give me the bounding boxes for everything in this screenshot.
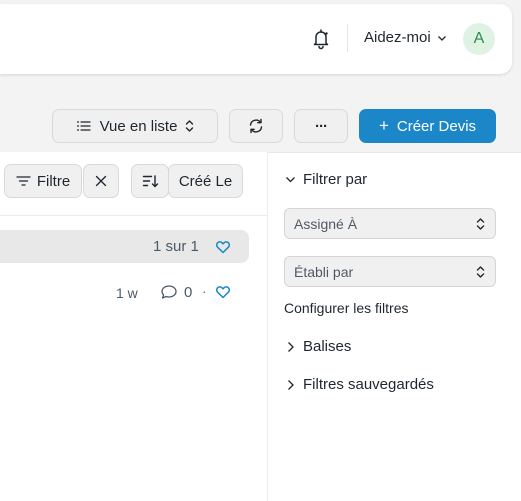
view-switcher-label: Vue en liste xyxy=(99,117,178,135)
saved-filters-section-toggle[interactable]: Filtres sauvegardés xyxy=(286,376,434,393)
avatar[interactable]: A xyxy=(463,23,495,55)
filter-by-toggle[interactable]: Filtrer par xyxy=(285,171,367,188)
sort-field-button[interactable]: Créé Le xyxy=(168,164,243,198)
clear-filters-button[interactable] xyxy=(83,164,119,198)
assigned-to-select[interactable]: Assigné À xyxy=(284,208,496,239)
chevron-down-icon xyxy=(285,174,296,185)
tags-label: Balises xyxy=(303,338,352,355)
established-by-select[interactable]: Établi par xyxy=(284,256,496,287)
filter-button[interactable]: Filtre xyxy=(4,164,82,198)
comment-icon xyxy=(160,284,178,301)
close-icon xyxy=(95,175,107,187)
row-separator: · xyxy=(202,283,207,299)
filter-by-label: Filtrer par xyxy=(303,171,368,188)
select-arrows-icon xyxy=(185,119,194,133)
assigned-to-label: Assigné À xyxy=(294,215,358,232)
select-arrows-icon xyxy=(476,265,485,279)
saved-filters-label: Filtres sauvegardés xyxy=(303,376,434,393)
chevron-right-icon xyxy=(286,379,295,391)
filter-sidebar xyxy=(267,152,521,501)
view-switcher-button[interactable]: Vue en liste xyxy=(52,109,218,143)
like-all-heart-icon[interactable] xyxy=(215,239,231,255)
more-actions-button[interactable]: ··· xyxy=(294,109,348,143)
create-quotation-label: Créer Devis xyxy=(396,117,477,135)
like-heart-icon[interactable] xyxy=(215,284,231,300)
filter-label: Filtre xyxy=(36,172,71,190)
sort-field-label: Créé Le xyxy=(178,172,233,190)
create-quotation-button[interactable]: + Créer Devis xyxy=(359,109,496,143)
result-count: 1 sur 1 xyxy=(153,238,199,255)
tags-section-toggle[interactable]: Balises xyxy=(286,338,351,355)
refresh-icon xyxy=(247,117,265,135)
sort-descending-icon xyxy=(142,174,159,189)
configure-filters-link[interactable]: Configurer les filtres xyxy=(284,300,409,316)
established-by-label: Établi par xyxy=(294,263,354,280)
sort-order-button[interactable] xyxy=(131,164,169,198)
list-icon xyxy=(76,119,92,133)
select-arrows-icon xyxy=(476,217,485,231)
avatar-initial: A xyxy=(473,30,485,47)
notifications-bell-icon[interactable] xyxy=(310,26,332,50)
more-actions-label: ··· xyxy=(315,117,328,135)
refresh-button[interactable] xyxy=(229,109,283,143)
help-label: Aidez-moi xyxy=(364,29,431,46)
chevron-down-icon xyxy=(436,32,448,44)
help-dropdown[interactable]: Aidez-moi xyxy=(364,29,448,46)
chevron-right-icon xyxy=(286,341,295,353)
filter-icon xyxy=(16,175,31,187)
row-comment-count: 0 xyxy=(184,284,193,301)
plus-icon: + xyxy=(378,116,389,135)
navbar-divider xyxy=(347,24,348,52)
row-modified-time: 1 w xyxy=(116,285,138,301)
list-header-row xyxy=(0,230,249,263)
